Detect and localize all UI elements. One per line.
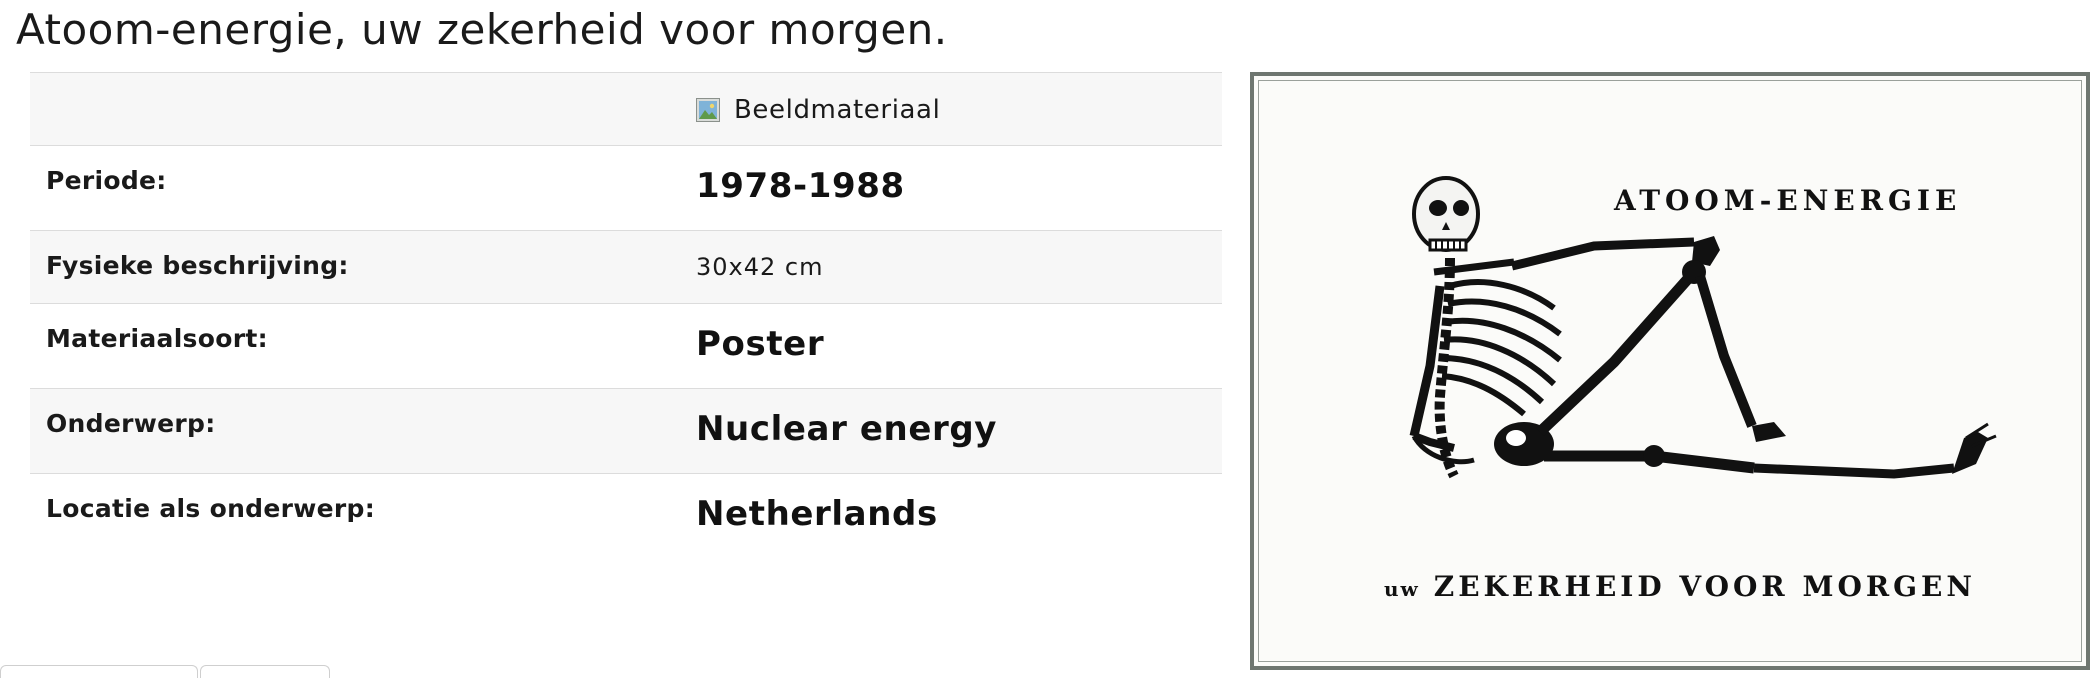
table-row-location: Locatie als onderwerp: Netherlands xyxy=(30,473,1222,558)
table-row-material: Materiaalsoort: Poster xyxy=(30,303,1222,389)
poster-text-bottom: uw ZEKERHEID VOOR MORGEN xyxy=(1384,570,1976,603)
material-label-cell: Materiaalsoort: xyxy=(30,303,696,389)
poster-image[interactable]: ATOOM-ENERGIE uw ZEKERHEID VOOR MORGEN xyxy=(1250,72,2090,670)
media-label-cell xyxy=(30,72,696,146)
subject-value: Nuclear energy xyxy=(696,409,998,449)
physical-value-cell: 30x42 cm xyxy=(696,230,1222,304)
location-label: Locatie als onderwerp: xyxy=(46,494,376,523)
subject-value-cell: Nuclear energy xyxy=(696,388,1222,474)
physical-label: Fysieke beschrijving: xyxy=(46,251,349,280)
material-value-cell: Poster xyxy=(696,303,1222,389)
period-value-cell: 1978-1988 xyxy=(696,145,1222,231)
poster-text-bottom-prefix: uw xyxy=(1384,577,1420,601)
table-row-subject: Onderwerp: Nuclear energy xyxy=(30,388,1222,474)
image-icon xyxy=(696,98,720,122)
poster-text-bottom-main: ZEKERHEID VOOR MORGEN xyxy=(1433,570,1976,603)
metadata-table: Beeldmateriaal Periode: 1978-1988 Fysiek… xyxy=(30,72,1222,558)
period-value: 1978-1988 xyxy=(696,166,905,206)
table-row-physical: Fysieke beschrijving: 30x42 cm xyxy=(30,230,1222,304)
physical-value: 30x42 cm xyxy=(696,253,824,281)
table-row-media: Beeldmateriaal xyxy=(30,72,1222,146)
poster-text-top: ATOOM-ENERGIE xyxy=(1614,184,1962,217)
material-value: Poster xyxy=(696,324,825,364)
subject-label-cell: Onderwerp: xyxy=(30,388,696,474)
physical-label-cell: Fysieke beschrijving: xyxy=(30,230,696,304)
period-label-cell: Periode: xyxy=(30,145,696,231)
media-link[interactable]: Beeldmateriaal xyxy=(696,95,940,125)
subject-label: Onderwerp: xyxy=(46,409,216,438)
location-label-cell: Locatie als onderwerp: xyxy=(30,473,696,558)
period-label: Periode: xyxy=(46,166,167,195)
media-link-label: Beeldmateriaal xyxy=(734,95,941,125)
location-value-cell: Netherlands xyxy=(696,473,1222,558)
location-value: Netherlands xyxy=(696,494,938,534)
material-label: Materiaalsoort: xyxy=(46,324,268,353)
page-title: Atoom-energie, uw zekerheid voor morgen. xyxy=(16,5,948,54)
media-value-cell: Beeldmateriaal xyxy=(696,72,1222,146)
table-row-period: Periode: 1978-1988 xyxy=(30,145,1222,231)
